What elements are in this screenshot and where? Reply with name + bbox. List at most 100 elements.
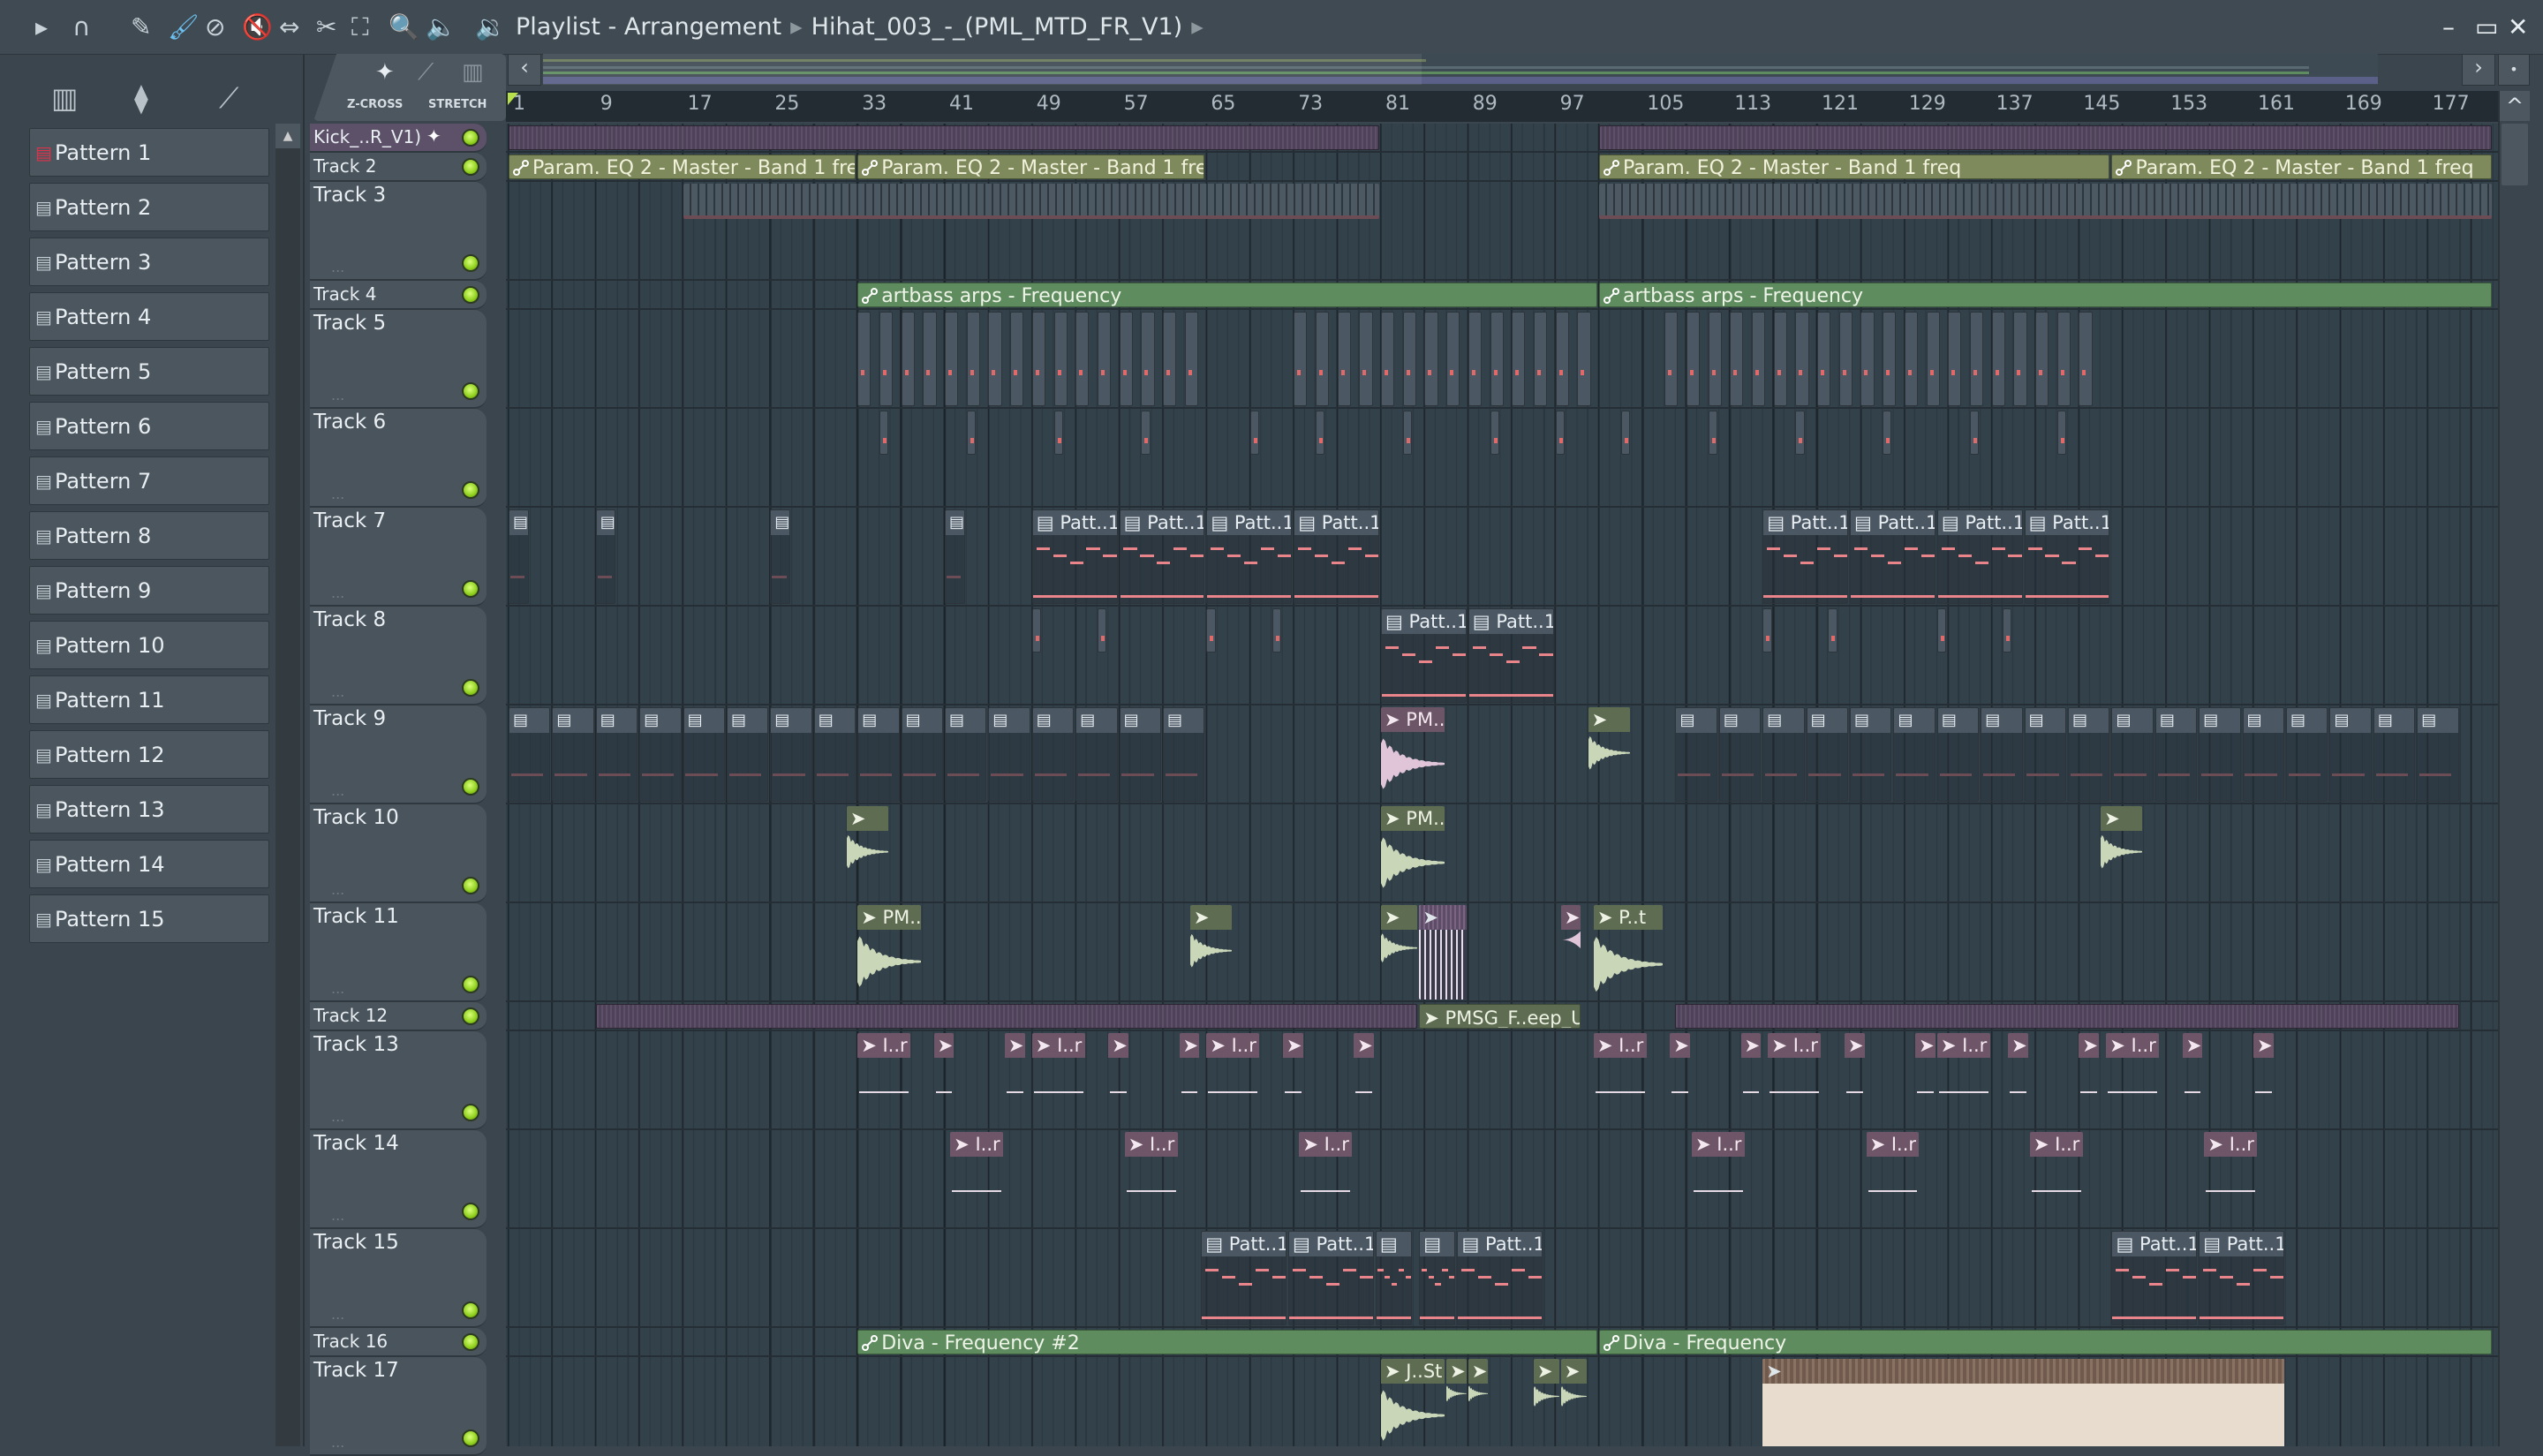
clip[interactable]: ➤ I..r [1936,1033,1990,1128]
track-header[interactable]: Track 10... [310,804,487,903]
clip[interactable]: ▤ [639,707,682,802]
clip[interactable]: ➤ I..r [1299,1132,1353,1226]
clip[interactable]: ➤ [1560,905,1581,1000]
audio-clip-icon[interactable]: ⧫ [134,81,148,115]
clip[interactable]: ➤ [1189,905,1233,1000]
clip[interactable]: ➤ I..r [2204,1132,2258,1226]
track-header[interactable]: Track 16 [310,1328,487,1357]
clip[interactable]: ▤ Patt..15 [1381,608,1467,703]
clip[interactable] [2002,608,2012,653]
track-lane[interactable]: ▤ Patt..15▤ Patt..15 [506,607,2498,705]
pattern-list-scrollbar[interactable] [275,124,300,1446]
piano-icon[interactable]: ▥ [462,59,484,86]
timeline-overview[interactable] [543,54,2378,85]
track-lane[interactable] [506,182,2498,281]
pattern-item[interactable]: ▤ Pattern 12 [29,730,269,779]
clip[interactable] [1817,312,1831,406]
pattern-item[interactable]: ▤ Pattern 4 [29,292,269,341]
track-lane[interactable]: ➤ PMSG_F..eep_Up [506,1002,2498,1031]
clip[interactable]: ▤ [2286,707,2328,802]
pattern-item[interactable]: ▤ Pattern 5 [29,347,269,396]
clip[interactable]: ▤ [2417,707,2459,802]
clip[interactable] [1948,312,1962,406]
clip[interactable] [966,411,977,456]
clip[interactable] [1490,411,1499,456]
clip[interactable] [1119,312,1133,406]
clip[interactable]: ▤ [2373,707,2416,802]
track-lane[interactable]: Diva - Frequency #2 Diva - Frequency [506,1328,2498,1357]
clip[interactable]: ▤ Patt..15 [1850,509,1936,604]
waveform-icon[interactable]: ✦ [375,59,395,86]
clip[interactable] [1075,312,1090,406]
clip[interactable] [1555,312,1569,406]
clip[interactable] [1883,411,1892,456]
clip[interactable] [1620,411,1631,456]
clip[interactable] [1533,312,1548,406]
scrollbar-thumb[interactable] [2501,124,2528,185]
clip[interactable]: ➤ PM..t [857,905,922,1000]
clip[interactable] [1762,608,1772,653]
mute-icon[interactable]: 🔇 [242,11,273,44]
track-header[interactable]: Track 11... [310,903,487,1002]
clip[interactable]: ➤ PM..t [1381,707,1445,802]
clip[interactable]: ➤ [2101,806,2143,901]
playhead-marker[interactable] [508,93,518,105]
clip[interactable]: ▤ Patt..15 [1206,509,1293,604]
slip-icon[interactable]: ⇔ [279,11,299,44]
clip[interactable]: ➤ [1844,1033,1865,1128]
slice-icon[interactable]: ✂ [316,11,336,44]
clip[interactable]: ➤ [1588,707,1631,802]
clip[interactable]: ▤ [683,707,725,802]
clip[interactable]: ➤ I..r [1768,1033,1822,1128]
clip[interactable]: Diva - Frequency [1599,1330,2492,1354]
clip[interactable] [1031,608,1042,653]
clip[interactable] [1991,312,2005,406]
clip[interactable]: ▤ [1419,1231,1456,1325]
track-header[interactable]: Track 14... [310,1130,487,1229]
automation-icon[interactable]: ⟋ [219,81,238,116]
clip[interactable] [509,125,1379,150]
speaker-icon[interactable]: 🔉 [475,11,506,44]
scroll-right-button[interactable]: › [2462,54,2495,86]
clip[interactable]: ▤ [1075,707,1118,802]
scroll-left-button[interactable]: ‹ [508,54,541,86]
clip[interactable] [1446,312,1460,406]
pattern-item[interactable]: ▤ Pattern 9 [29,566,269,615]
overview-viewport[interactable] [543,54,1422,85]
clip[interactable]: ➤ I..r [1691,1132,1745,1226]
clip[interactable]: ▤ [2242,707,2285,802]
clip[interactable]: ▤ [2111,707,2154,802]
clip[interactable]: Diva - Frequency #2 [857,1330,1597,1354]
clip[interactable]: ▤ [2199,707,2241,802]
clip[interactable]: ▤ Patt..15 [2024,509,2110,604]
pattern-item[interactable]: ▤ Pattern 11 [29,675,269,724]
mute-led-button[interactable] [462,1430,479,1447]
scroll-up-button[interactable]: ▲ [275,124,300,148]
clip[interactable]: ➤ [2079,1033,2100,1128]
mute-led-button[interactable] [462,976,479,993]
clip[interactable] [1664,312,1679,406]
track-lane[interactable]: ➤ J..St ➤ ➤ ➤ ➤ ➤ [506,1357,2498,1446]
clip[interactable] [1795,312,1809,406]
clip[interactable] [1577,312,1591,406]
pattern-item[interactable]: ▤ Pattern 8 [29,511,269,560]
track-header[interactable]: Track 15... [310,1229,487,1328]
track-header[interactable]: Track 5... [310,310,487,409]
track-lane[interactable]: artbass arps - Frequency artbass arps - F… [506,281,2498,310]
mute-led-button[interactable] [462,1007,479,1025]
track-lane[interactable] [506,310,2498,409]
zoom-handle[interactable]: • [2498,54,2530,86]
track-header[interactable]: Track 7... [310,508,487,607]
track-lane[interactable]: ➤ I..r ➤ I..r ➤ I..r ➤ I..r ➤ I..r ➤ I..r ➤ I.… [506,1130,2498,1229]
clip[interactable] [1206,608,1216,653]
zcross-toggle[interactable]: Z-CROSS [347,98,403,111]
chevron-right-icon[interactable]: ▸ [1191,13,1204,41]
minimize-button[interactable]: – [2442,11,2455,44]
clip[interactable] [1512,312,1526,406]
mute-led-button[interactable] [462,382,479,400]
clip[interactable]: ▤ [595,509,616,604]
clip[interactable]: ▤ [1806,707,1849,802]
clip[interactable] [1053,411,1063,456]
clip[interactable]: ▤ [509,707,551,802]
mute-led-button[interactable] [462,877,479,894]
